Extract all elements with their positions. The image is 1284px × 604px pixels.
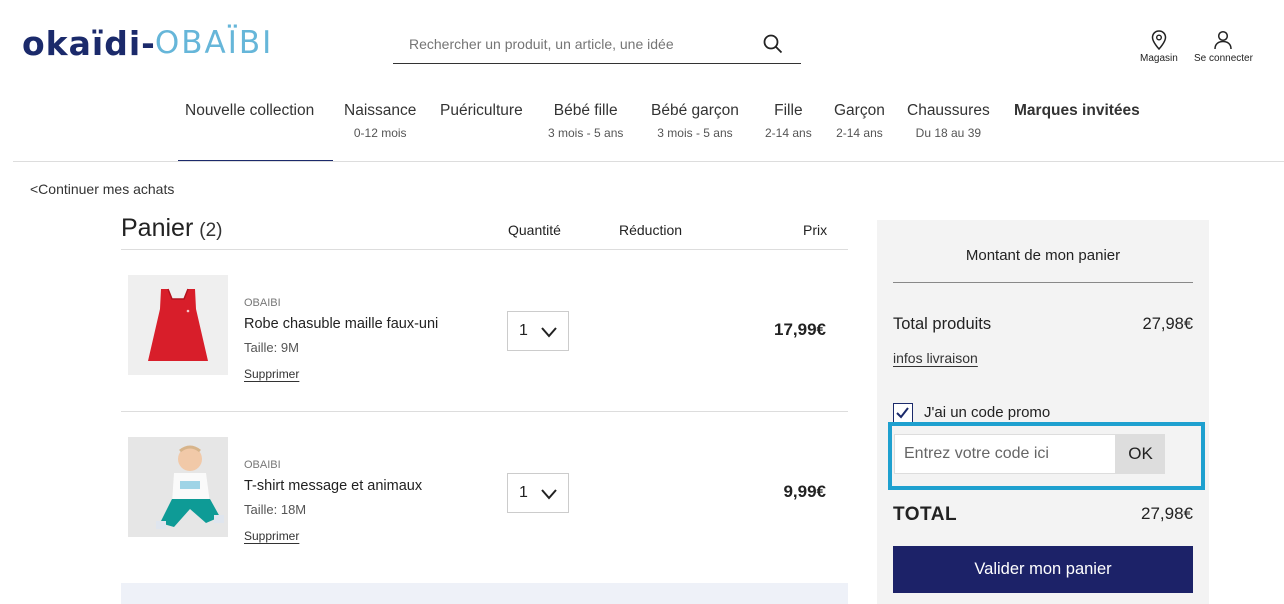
product-size: Taille: 18M [244,502,307,517]
nav-label: Puériculture [440,102,523,119]
delivery-info-link[interactable]: infos livraison [893,350,978,366]
cart-item: OBAIBI T-shirt message et animaux Taille… [121,437,848,567]
login-label: Se connecter [1194,53,1253,64]
chevron-down-icon [540,324,558,343]
nav-label: Fille [774,102,803,119]
nav-label: Nouvelle collection [185,102,315,119]
nav-sublabel: 3 mois - 5 ans [548,126,624,140]
nav-label: Garçon [834,102,885,119]
nav-item-bebe-garcon[interactable]: Bébé garçon 3 mois - 5 ans [651,102,739,140]
nav-item-fille[interactable]: Fille 2-14 ans [765,102,812,140]
nav-item-chaussures[interactable]: Chaussures Du 18 au 39 [907,102,990,140]
validate-cart-button[interactable]: Valider mon panier [893,546,1193,593]
nav-sublabel: Du 18 au 39 [915,126,982,140]
logo[interactable]: okaïdi - OBAÏBI [22,23,274,63]
nav-item-puericulture[interactable]: Puériculture [440,102,523,120]
promo-code-input[interactable] [894,434,1116,474]
nav-item-marques-invitees[interactable]: Marques invitées [1014,102,1140,120]
nav-sublabel: 3 mois - 5 ans [657,126,733,140]
nav-label: Bébé garçon [651,102,739,119]
store-link[interactable]: Magasin [1140,30,1178,64]
continue-shopping-link[interactable]: <Continuer mes achats [30,181,174,197]
cart-title-text: Panier [121,214,194,242]
nav-sublabel: 0-12 mois [353,126,407,140]
quantity-select[interactable]: 1 [507,311,569,351]
cart-summary-panel: Montant de mon panier Total produits 27,… [877,220,1209,604]
total-products-value: 27,98€ [1142,315,1193,333]
column-header-price: Prix [803,222,828,238]
cart-title: Panier (2) [121,214,223,243]
nav-item-garcon[interactable]: Garçon 2-14 ans [834,102,885,140]
cart-item: OBAIBI Robe chasuble maille faux-uni Tai… [121,275,848,405]
login-link[interactable]: Se connecter [1194,30,1253,64]
info-banner [121,583,848,604]
remove-item-link[interactable]: Supprimer [244,367,299,381]
nav-item-nouvelle-collection[interactable]: Nouvelle collection [185,102,314,120]
total-label: TOTAL [893,504,958,525]
quantity-value: 1 [519,484,528,501]
summary-divider [893,282,1193,283]
store-label: Magasin [1140,53,1178,64]
search-icon[interactable] [763,34,783,58]
promo-code-checkbox[interactable] [893,403,913,423]
nav-label: Chaussures [907,102,990,119]
product-brand: OBAIBI [244,459,281,471]
product-price: 17,99€ [774,320,826,339]
nav-divider [13,161,1284,162]
product-brand: OBAIBI [244,297,281,309]
search-input[interactable] [409,36,749,52]
nav-label: Bébé fille [553,102,618,119]
total-value: 27,98€ [1141,504,1193,523]
logo-obaibi-text: OBAÏBI [154,25,274,61]
baby-tshirt-image [128,437,228,537]
product-image[interactable] [128,437,228,537]
location-pin-icon [1140,30,1178,50]
nav-label: Marques invitées [1014,102,1140,119]
logo-okaidi-text: okaïdi [22,23,142,63]
total-products-label: Total produits [893,315,992,333]
column-header-reduction: Réduction [619,222,683,238]
cart-item-divider [121,411,848,412]
product-price: 9,99€ [783,482,826,501]
cart-header-divider [121,249,848,250]
nav-item-bebe-fille[interactable]: Bébé fille 3 mois - 5 ans [548,102,623,140]
quantity-value: 1 [519,322,528,339]
main-nav: Nouvelle collection Naissance 0-12 mois … [0,102,1284,162]
nav-item-naissance[interactable]: Naissance 0-12 mois [344,102,416,140]
logo-dash: - [141,23,155,63]
product-name[interactable]: T-shirt message et animaux [244,478,422,494]
product-image[interactable] [128,275,228,375]
nav-label: Naissance [344,102,417,119]
promo-code-label: J'ai un code promo [924,404,1051,421]
column-header-quantity: Quantité [508,222,561,238]
summary-title: Montant de mon panier [965,247,1121,264]
product-name[interactable]: Robe chasuble maille faux-uni [244,316,438,332]
cart-count: (2) [199,220,223,241]
search-bar [393,28,801,64]
user-icon [1194,30,1253,50]
checkmark-icon [896,407,909,419]
promo-ok-button[interactable]: OK [1116,434,1165,474]
quantity-select[interactable]: 1 [507,473,569,513]
product-size: Taille: 9M [244,340,299,355]
nav-sublabel: 2-14 ans [836,126,883,140]
remove-item-link[interactable]: Supprimer [244,529,299,543]
nav-sublabel: 2-14 ans [765,126,812,140]
red-dress-image [128,275,228,375]
chevron-down-icon [540,486,558,505]
